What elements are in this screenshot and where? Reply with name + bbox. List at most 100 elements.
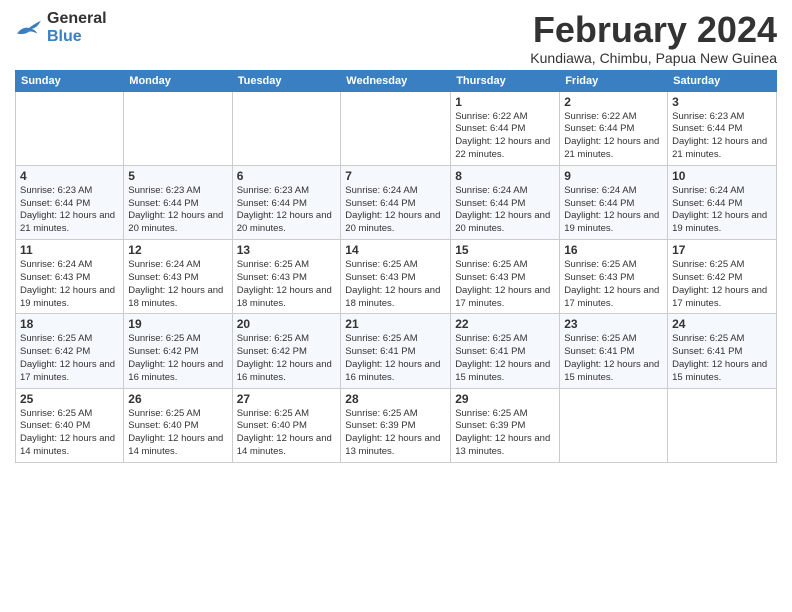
day-info: Sunrise: 6:24 AM Sunset: 6:44 PM Dayligh… (345, 185, 446, 236)
day-info: Sunrise: 6:25 AM Sunset: 6:41 PM Dayligh… (564, 333, 663, 384)
table-row: 13 Sunrise: 6:25 AM Sunset: 6:43 PM Dayli… (232, 240, 341, 314)
day-info: Sunrise: 6:25 AM Sunset: 6:43 PM Dayligh… (345, 259, 446, 310)
table-row: 9Sunrise: 6:24 AM Sunset: 6:44 PM Daylig… (560, 165, 668, 239)
day-info: Sunrise: 6:25 AM Sunset: 6:40 PM Dayligh… (128, 408, 227, 459)
day-number: 26 (128, 392, 227, 406)
table-row: 15 Sunrise: 6:25 AM Sunset: 6:43 PM Dayli… (451, 240, 560, 314)
day-info: Sunrise: 6:25 AM Sunset: 6:41 PM Dayligh… (345, 333, 446, 384)
day-info: Sunrise: 6:25 AM Sunset: 6:42 PM Dayligh… (20, 333, 119, 384)
day-info: Sunrise: 6:25 AM Sunset: 6:42 PM Dayligh… (128, 333, 227, 384)
table-row: 7 Sunrise: 6:24 AM Sunset: 6:44 PM Daylig… (341, 165, 451, 239)
day-info: Sunrise: 6:25 AM Sunset: 6:40 PM Dayligh… (20, 408, 119, 459)
day-info: Sunrise: 6:25 AM Sunset: 6:39 PM Dayligh… (455, 408, 555, 459)
day-number: 1 (455, 95, 555, 109)
day-info: Sunrise: 6:23 AM Sunset: 6:44 PM Dayligh… (128, 185, 227, 236)
day-info: Sunrise: 6:23 AM Sunset: 6:44 PM Dayligh… (672, 111, 772, 162)
day-number: 24 (672, 317, 772, 331)
logo-line2: Blue (47, 28, 107, 46)
col-tuesday: Tuesday (232, 70, 341, 91)
day-number: 2 (564, 95, 663, 109)
day-number: 8 (455, 169, 555, 183)
table-row: 26 Sunrise: 6:25 AM Sunset: 6:40 PM Dayli… (124, 388, 232, 462)
day-info: Sunrise: 6:25 AM Sunset: 6:40 PM Dayligh… (237, 408, 337, 459)
table-row: 16Sunrise: 6:25 AM Sunset: 6:43 PM Dayli… (560, 240, 668, 314)
logo-line1: General (47, 10, 107, 28)
calendar-header-row: Sunday Monday Tuesday Wednesday Thursday… (16, 70, 777, 91)
day-info: Sunrise: 6:24 AM Sunset: 6:44 PM Dayligh… (672, 185, 772, 236)
table-row: 14 Sunrise: 6:25 AM Sunset: 6:43 PM Dayli… (341, 240, 451, 314)
location-subtitle: Kundiawa, Chimbu, Papua New Guinea (530, 50, 777, 66)
table-row (341, 91, 451, 165)
table-row: 17Sunrise: 6:25 AM Sunset: 6:42 PM Dayli… (668, 240, 777, 314)
logo: General Blue (15, 10, 107, 45)
day-number: 3 (672, 95, 772, 109)
table-row: 20 Sunrise: 6:25 AM Sunset: 6:42 PM Dayli… (232, 314, 341, 388)
col-sunday: Sunday (16, 70, 124, 91)
day-number: 4 (20, 169, 119, 183)
table-row (668, 388, 777, 462)
day-number: 20 (237, 317, 337, 331)
day-info: Sunrise: 6:25 AM Sunset: 6:43 PM Dayligh… (564, 259, 663, 310)
calendar-week-row: 11 Sunrise: 6:24 AM Sunset: 6:43 PM Dayli… (16, 240, 777, 314)
calendar-table: Sunday Monday Tuesday Wednesday Thursday… (15, 70, 777, 463)
day-number: 19 (128, 317, 227, 331)
table-row: 11 Sunrise: 6:24 AM Sunset: 6:43 PM Dayli… (16, 240, 124, 314)
table-row: 19 Sunrise: 6:25 AM Sunset: 6:42 PM Dayli… (124, 314, 232, 388)
table-row (16, 91, 124, 165)
col-saturday: Saturday (668, 70, 777, 91)
table-row: 6 Sunrise: 6:23 AM Sunset: 6:44 PM Daylig… (232, 165, 341, 239)
day-number: 29 (455, 392, 555, 406)
table-row: 12 Sunrise: 6:24 AM Sunset: 6:43 PM Dayli… (124, 240, 232, 314)
col-thursday: Thursday (451, 70, 560, 91)
day-number: 12 (128, 243, 227, 257)
day-info: Sunrise: 6:25 AM Sunset: 6:43 PM Dayligh… (237, 259, 337, 310)
day-number: 7 (345, 169, 446, 183)
day-number: 6 (237, 169, 337, 183)
logo-icon (15, 17, 43, 39)
table-row: 2 Sunrise: 6:22 AM Sunset: 6:44 PM Daylig… (560, 91, 668, 165)
table-row: 21 Sunrise: 6:25 AM Sunset: 6:41 PM Dayli… (341, 314, 451, 388)
day-number: 9 (564, 169, 663, 183)
day-info: Sunrise: 6:25 AM Sunset: 6:41 PM Dayligh… (672, 333, 772, 384)
col-wednesday: Wednesday (341, 70, 451, 91)
month-title: February 2024 (530, 10, 777, 50)
table-row: 1 Sunrise: 6:22 AM Sunset: 6:44 PM Daylig… (451, 91, 560, 165)
table-row: 10 Sunrise: 6:24 AM Sunset: 6:44 PM Dayli… (668, 165, 777, 239)
day-info: Sunrise: 6:24 AM Sunset: 6:44 PM Dayligh… (455, 185, 555, 236)
table-row: 25Sunrise: 6:25 AM Sunset: 6:40 PM Dayli… (16, 388, 124, 462)
table-row: 18 Sunrise: 6:25 AM Sunset: 6:42 PM Dayli… (16, 314, 124, 388)
day-info: Sunrise: 6:25 AM Sunset: 6:42 PM Dayligh… (237, 333, 337, 384)
day-number: 10 (672, 169, 772, 183)
logo-text: General Blue (47, 10, 107, 45)
day-number: 13 (237, 243, 337, 257)
day-number: 14 (345, 243, 446, 257)
page-container: General Blue February 2024 Kundiawa, Chi… (0, 0, 792, 468)
day-info: Sunrise: 6:25 AM Sunset: 6:39 PM Dayligh… (345, 408, 446, 459)
day-info: Sunrise: 6:22 AM Sunset: 6:44 PM Dayligh… (564, 111, 663, 162)
day-info: Sunrise: 6:24 AM Sunset: 6:43 PM Dayligh… (20, 259, 119, 310)
day-number: 5 (128, 169, 227, 183)
table-row: 8 Sunrise: 6:24 AM Sunset: 6:44 PM Daylig… (451, 165, 560, 239)
table-row: 28 Sunrise: 6:25 AM Sunset: 6:39 PM Dayli… (341, 388, 451, 462)
day-info: Sunrise: 6:22 AM Sunset: 6:44 PM Dayligh… (455, 111, 555, 162)
day-number: 18 (20, 317, 119, 331)
day-number: 28 (345, 392, 446, 406)
day-info: Sunrise: 6:24 AM Sunset: 6:43 PM Dayligh… (128, 259, 227, 310)
calendar-week-row: 18 Sunrise: 6:25 AM Sunset: 6:42 PM Dayli… (16, 314, 777, 388)
title-block: February 2024 Kundiawa, Chimbu, Papua Ne… (530, 10, 777, 66)
day-info: Sunrise: 6:25 AM Sunset: 6:42 PM Dayligh… (672, 259, 772, 310)
day-number: 23 (564, 317, 663, 331)
table-row: 4Sunrise: 6:23 AM Sunset: 6:44 PM Daylig… (16, 165, 124, 239)
day-number: 22 (455, 317, 555, 331)
day-number: 11 (20, 243, 119, 257)
day-number: 15 (455, 243, 555, 257)
day-info: Sunrise: 6:25 AM Sunset: 6:43 PM Dayligh… (455, 259, 555, 310)
calendar-week-row: 25Sunrise: 6:25 AM Sunset: 6:40 PM Dayli… (16, 388, 777, 462)
day-info: Sunrise: 6:25 AM Sunset: 6:41 PM Dayligh… (455, 333, 555, 384)
table-row (232, 91, 341, 165)
day-number: 27 (237, 392, 337, 406)
day-number: 21 (345, 317, 446, 331)
day-info: Sunrise: 6:23 AM Sunset: 6:44 PM Dayligh… (237, 185, 337, 236)
table-row: 27 Sunrise: 6:25 AM Sunset: 6:40 PM Dayli… (232, 388, 341, 462)
table-row: 29 Sunrise: 6:25 AM Sunset: 6:39 PM Dayli… (451, 388, 560, 462)
